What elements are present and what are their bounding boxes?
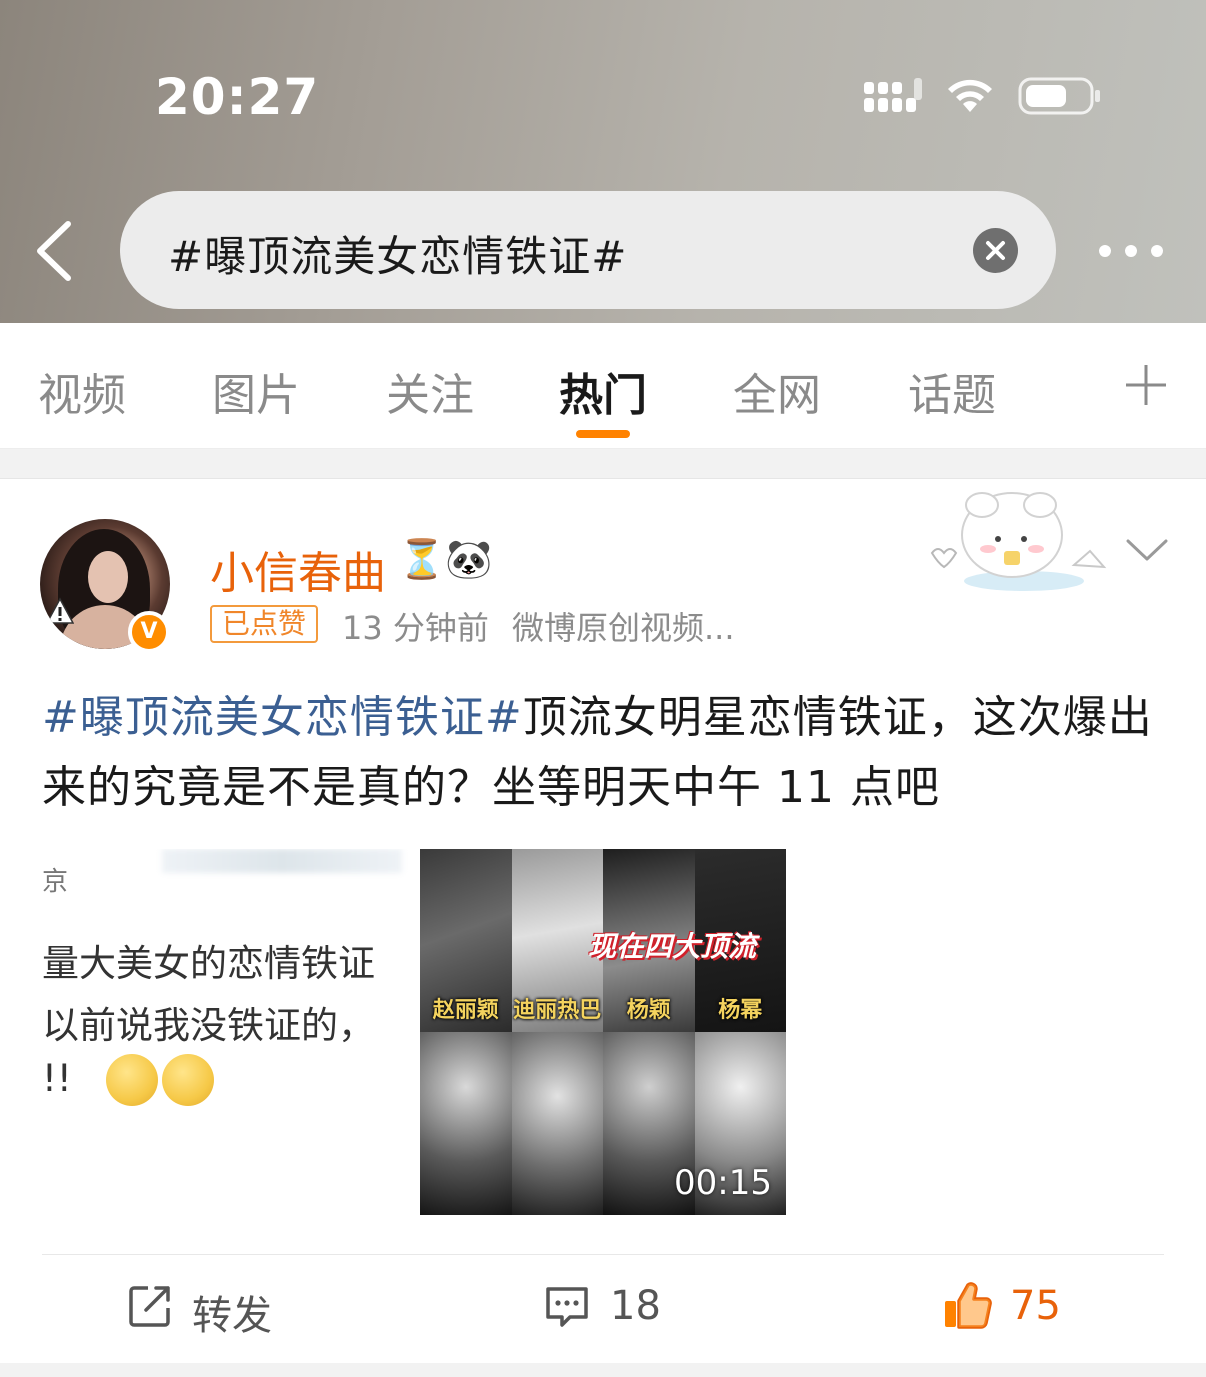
post-source[interactable]: 微博原创视频... [512, 603, 735, 649]
image-text-line: 以前说我没铁证的， [42, 1004, 375, 1047]
image-text-line: 量大美女的恋情铁证 [42, 942, 375, 985]
video-cell [420, 1032, 512, 1215]
emoji-face-icon [162, 1054, 214, 1106]
comment-count: 18 [610, 1283, 661, 1329]
post-time: 13 分钟前 [342, 609, 489, 647]
verified-badge-icon: V [128, 611, 170, 653]
video-overlay-title: 现在四大顶流 [588, 930, 757, 963]
section-separator [0, 449, 1206, 479]
tab-images[interactable]: 图片 [212, 359, 300, 423]
liked-tag: 已点赞 [210, 605, 319, 643]
close-icon [986, 241, 1005, 260]
like-button[interactable]: 75 [942, 1281, 1082, 1331]
warning-icon [46, 597, 74, 624]
author-name[interactable]: 小信春曲 [210, 537, 386, 601]
search-input[interactable]: #曝顶流美女恋情铁证# [120, 191, 1056, 309]
video-cell [511, 1032, 603, 1215]
tab-following[interactable]: 关注 [386, 359, 474, 423]
author-badges: ⏳🐼 [398, 537, 493, 581]
thumbs-up-icon [945, 1282, 992, 1329]
tab-video[interactable]: 视频 [38, 359, 126, 423]
media-image-left[interactable]: 京 量大美女的恋情铁证 以前说我没铁证的， !! [42, 849, 412, 1215]
actions-divider [42, 1254, 1164, 1255]
video-cell: 赵丽颖 [420, 849, 512, 1032]
image-text-line: 京 [42, 867, 69, 897]
video-thumbnail[interactable]: 赵丽颖 迪丽热巴 杨颖 杨幂 现在四大顶流 00:15 [420, 849, 786, 1215]
like-count: 75 [1010, 1283, 1061, 1329]
emoji-face-icon [106, 1054, 158, 1106]
video-cell-name: 迪丽热巴 [513, 998, 602, 1023]
repost-label: 转发 [192, 1293, 272, 1339]
wifi-icon [948, 79, 992, 112]
clear-search-button[interactable] [973, 228, 1018, 273]
chevron-down-icon[interactable] [1124, 535, 1170, 563]
blurred-text-strip [162, 849, 402, 873]
repost-button[interactable]: 转发 [128, 1281, 298, 1339]
bottom-separator [0, 1363, 1206, 1377]
tab-bar: 视频 图片 关注 热门 全网 话题 [0, 323, 1206, 449]
repost-icon [129, 1286, 170, 1327]
bunny-sticker-icon [930, 492, 1107, 591]
cellular-signal-icon [864, 78, 922, 112]
post-text: #曝顶流美女恋情铁证#顶流女明星恋情铁证，这次爆出来的究竟是不是真的？坐等明天中… [42, 683, 1166, 823]
active-tab-indicator [576, 430, 630, 438]
status-time: 20:27 [155, 68, 320, 126]
search-query-text: #曝顶流美女恋情铁证# [168, 232, 628, 281]
post-card[interactable]: V 小信春曲 ⏳🐼 已点赞 13 分钟前 微博原创视频... #曝顶流美女恋情铁… [0, 479, 1206, 1363]
battery-icon [1018, 77, 1100, 115]
tab-topics[interactable]: 话题 [908, 359, 996, 423]
video-cell-name: 赵丽颖 [432, 998, 499, 1023]
tab-overflow-fade [1060, 323, 1120, 448]
comment-button[interactable]: 18 [544, 1281, 684, 1331]
video-cell-name: 杨颖 [626, 998, 671, 1023]
back-arrow-icon[interactable] [30, 218, 78, 284]
video-duration: 00:15 [674, 1163, 772, 1203]
tab-hot[interactable]: 热门 [559, 359, 647, 423]
comment-icon [546, 1287, 588, 1327]
video-cell-name: 杨幂 [718, 998, 763, 1023]
post-hashtag[interactable]: #曝顶流美女恋情铁证# [42, 692, 523, 743]
avatar-face [88, 551, 128, 603]
tab-all-web[interactable]: 全网 [733, 359, 821, 423]
image-text-line: !! [42, 1057, 72, 1100]
add-tab-icon[interactable] [1124, 363, 1168, 407]
more-options-icon[interactable] [1096, 236, 1166, 266]
top-header: 20:27 #曝顶流美女恋情铁证# [0, 0, 1206, 323]
